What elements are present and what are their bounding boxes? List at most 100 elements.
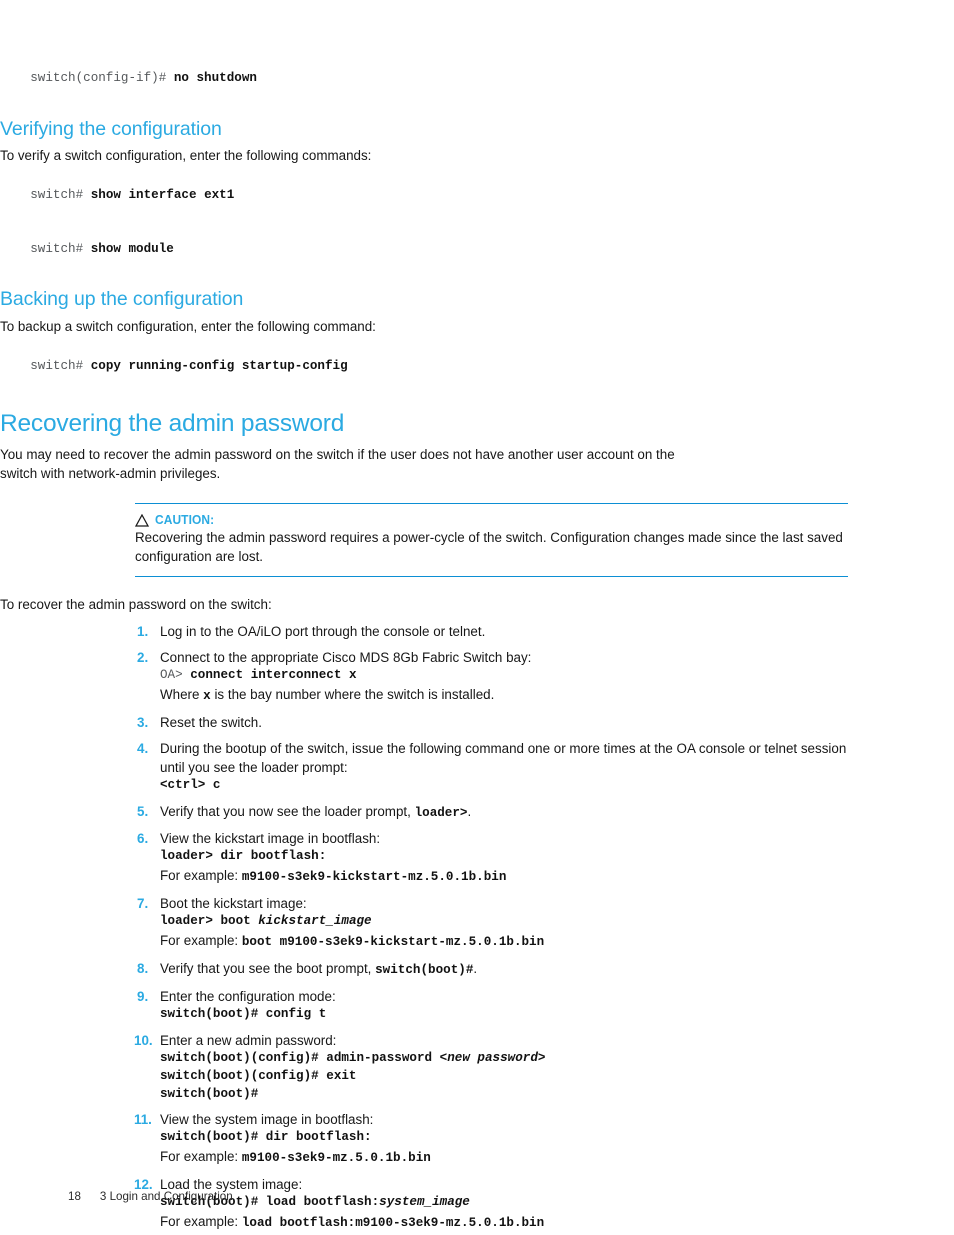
step-item-6: 6. View the kickstart image in bootflash… <box>137 829 872 887</box>
step-code: switch(boot)# config t <box>160 1006 872 1024</box>
step-note-post: is the bay number where the switch is in… <box>210 686 495 702</box>
section-intro-verifying: To verify a switch configuration, enter … <box>0 148 372 164</box>
step-number: 6. <box>137 831 149 847</box>
recovery-steps-list: 1. Log in to the OA/iLO port through the… <box>134 622 954 1235</box>
page-title: Recovering the admin password <box>0 410 345 438</box>
step-example-label: For example: <box>160 1214 242 1230</box>
step-text-pre: Verify that you now see the loader promp… <box>160 803 415 819</box>
cli-command: show interface ext1 <box>90 187 235 202</box>
step-text-post: . <box>467 803 472 819</box>
step-example-value: m9100-s3ek9-mz.5.0.1b.bin <box>241 1151 431 1166</box>
step-item-8: 8. Verify that you see the boot prompt, … <box>137 959 872 980</box>
cli-command: switch(boot)(config)# exit <box>160 1068 357 1083</box>
step-example-value: m9100-s3ek9-kickstart-mz.5.0.1b.bin <box>241 870 507 885</box>
code-line-show-interface: switch# show interface ext1 <box>0 169 954 223</box>
cli-command: switch(boot)# <box>160 1086 259 1101</box>
step-text: Enter a new admin password: <box>160 1032 337 1048</box>
step-code: switch(boot)# dir bootflash: <box>160 1129 872 1147</box>
cli-command: connect interconnect x <box>190 667 357 682</box>
cli-command: switch(boot)(config)# admin-password <box>160 1050 440 1065</box>
step-code: switch(boot)(config)# exit <box>160 1068 872 1086</box>
step-number: 9. <box>137 988 149 1004</box>
cli-command: no shutdown <box>173 70 257 85</box>
step-code: OA> connect interconnect x <box>160 667 872 685</box>
cli-variable: kickstart_image <box>258 914 372 929</box>
step-text: Boot the kickstart image: <box>160 896 307 912</box>
step-code: <ctrl> c <box>160 777 872 795</box>
step-code: switch(boot)# load bootflash:system_imag… <box>160 1194 872 1212</box>
step-text: During the bootup of the switch, issue t… <box>160 740 847 775</box>
step-example-label: For example: <box>160 1149 242 1165</box>
step-example-value: boot m9100-s3ek9-kickstart-mz.5.0.1b.bin <box>241 935 545 950</box>
step-example: For example: m9100-s3ek9-kickstart-mz.5.… <box>160 866 872 887</box>
cli-command: <ctrl> c <box>160 777 221 792</box>
step-number: 5. <box>137 803 149 819</box>
step-note: Where x is the bay number where the swit… <box>160 685 872 706</box>
step-text: View the system image in bootflash: <box>160 1112 374 1128</box>
section-heading-verifying: Verifying the configuration <box>0 117 222 140</box>
cli-prompt: switch# <box>30 241 91 256</box>
step-inline-code: loader> <box>414 805 468 820</box>
step-item-3: 3. Reset the switch. <box>137 713 872 732</box>
step-number: 2. <box>137 649 149 665</box>
step-example-label: For example: <box>160 868 242 884</box>
step-text-pre: Verify that you see the boot prompt, <box>160 960 376 976</box>
step-item-12: 12. Load the system image: switch(boot)#… <box>134 1175 872 1233</box>
step-text: Connect to the appropriate Cisco MDS 8Gb… <box>160 649 532 665</box>
step-text: Verify that you now see the loader promp… <box>160 802 872 823</box>
step-text: Enter the configuration mode: <box>160 988 336 1004</box>
document-page: switch(config-if)# no shutdown Verifying… <box>0 0 954 1235</box>
cli-command: loader> boot <box>160 914 259 929</box>
step-note-pre: Where <box>160 686 204 702</box>
step-example-value: load bootflash:m9100-s3ek9-mz.5.0.1b.bin <box>241 1216 545 1231</box>
cli-command: switch(boot)# config t <box>160 1006 327 1021</box>
code-line-copy-running-config: switch# copy running-config startup-conf… <box>0 340 954 394</box>
step-text: Verify that you see the boot prompt, swi… <box>160 959 872 980</box>
step-number: 11. <box>134 1112 152 1128</box>
cli-command: loader> dir bootflash: <box>160 849 327 864</box>
step-text: Log in to the OA/iLO port through the co… <box>160 623 486 639</box>
caution-rule-bottom <box>135 575 848 577</box>
code-line-show-module: switch# show module <box>0 223 954 277</box>
main-intro-paragraph: You may need to recover the admin passwo… <box>0 446 675 481</box>
footer-chapter-title: 3 Login and Configuration <box>99 1190 233 1203</box>
step-item-7: 7. Boot the kickstart image: loader> boo… <box>137 894 872 952</box>
step-example: For example: boot m9100-s3ek9-kickstart-… <box>160 931 872 952</box>
code-line-no-shutdown: switch(config-if)# no shutdown <box>0 52 954 106</box>
step-number: 10. <box>134 1032 153 1048</box>
step-note-variable: x <box>203 688 211 703</box>
cli-variable: <new password> <box>439 1050 546 1065</box>
step-code: loader> dir bootflash: <box>160 848 872 866</box>
section-intro-backing-up: To backup a switch configuration, enter … <box>0 318 376 334</box>
step-example: For example: m9100-s3ek9-mz.5.0.1b.bin <box>160 1147 872 1168</box>
cli-variable: system_image <box>379 1195 470 1210</box>
step-item-9: 9. Enter the configuration mode: switch(… <box>137 987 872 1024</box>
cli-prompt: switch# <box>30 187 91 202</box>
cli-command: show module <box>90 241 174 256</box>
step-item-10: 10. Enter a new admin password: switch(b… <box>134 1031 872 1104</box>
step-item-5: 5. Verify that you now see the loader pr… <box>137 802 872 823</box>
step-number: 3. <box>137 714 149 730</box>
step-item-2: 2. Connect to the appropriate Cisco MDS … <box>137 648 872 706</box>
step-number: 7. <box>137 896 149 912</box>
caution-admonition: CAUTION: Recovering the admin password r… <box>134 502 848 577</box>
step-code: switch(boot)(config)# admin-password <ne… <box>160 1050 872 1068</box>
step-item-1: 1. Log in to the OA/iLO port through the… <box>137 622 872 641</box>
step-example-label: For example: <box>160 933 242 949</box>
footer-page-number: 18 <box>68 1190 81 1203</box>
step-number: 4. <box>137 740 149 756</box>
step-example: For example: load bootflash:m9100-s3ek9-… <box>160 1212 872 1233</box>
step-text: View the kickstart image in bootflash: <box>160 831 381 847</box>
cli-command: switch(boot)# dir bootflash: <box>160 1130 372 1145</box>
warning-triangle-icon <box>134 513 150 527</box>
cli-prompt: switch(config-if)# <box>30 70 174 85</box>
step-text: Reset the switch. <box>160 714 262 730</box>
cli-prompt: switch# <box>30 358 91 373</box>
steps-intro: To recover the admin password on the swi… <box>0 596 272 612</box>
step-number: 1. <box>137 623 149 639</box>
step-code: switch(boot)# <box>160 1086 872 1104</box>
page-footer: 18 3 Login and Configuration <box>68 1190 233 1203</box>
caution-label: CAUTION: <box>155 511 215 527</box>
step-item-4: 4. During the bootup of the switch, issu… <box>137 739 872 795</box>
step-text-post: . <box>473 960 478 976</box>
